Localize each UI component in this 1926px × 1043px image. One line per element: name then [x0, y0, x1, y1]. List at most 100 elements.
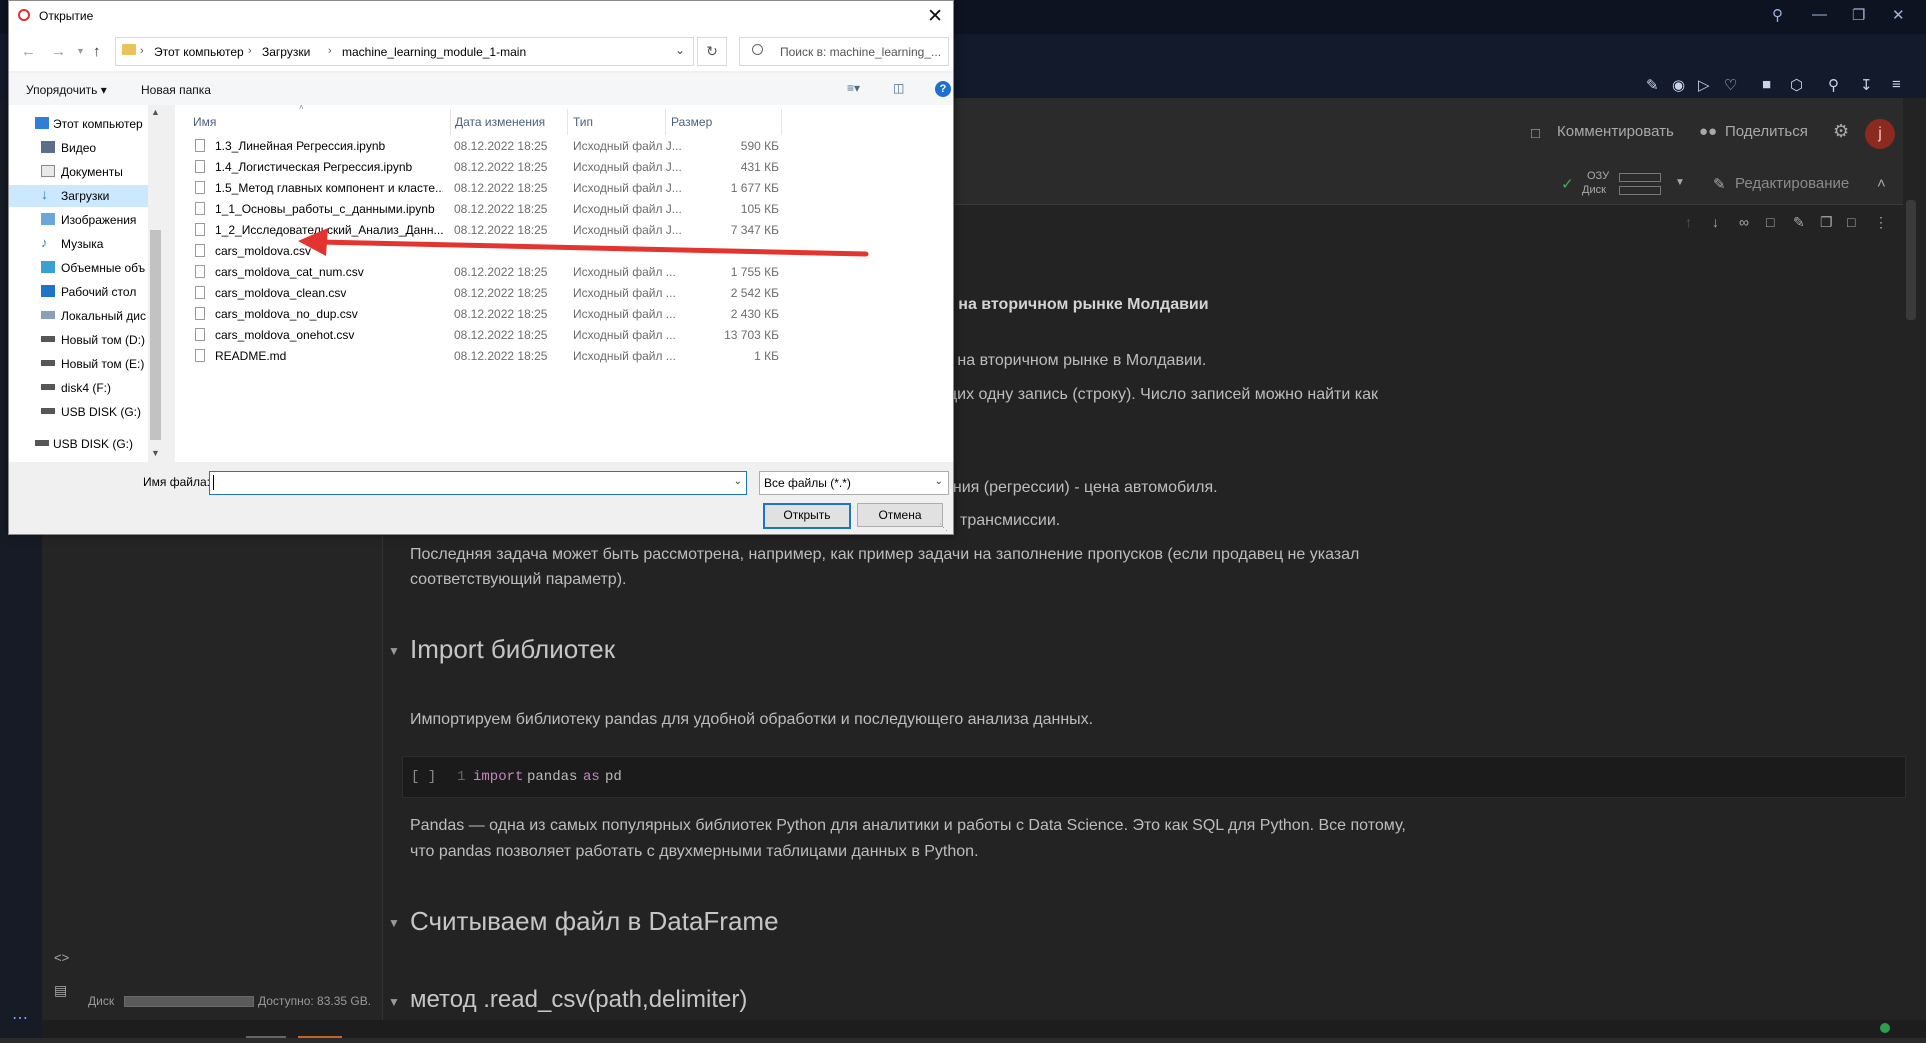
nav-item-drive-f[interactable]: disk4 (F:): [9, 377, 157, 399]
nav-item-video[interactable]: Видео: [9, 137, 157, 159]
section-collapse-icon[interactable]: ▼: [388, 916, 400, 930]
nav-item-documents[interactable]: Документы: [9, 161, 157, 183]
section-collapse-icon[interactable]: ▼: [388, 644, 400, 658]
preview-pane-icon[interactable]: ◫: [893, 81, 904, 95]
nav-item-3d-objects[interactable]: Объемные объ: [9, 257, 157, 279]
nav-item-local-disk[interactable]: Локальный дис: [9, 305, 157, 327]
terminal-icon[interactable]: ▤: [54, 982, 67, 999]
breadcrumb-separator-icon[interactable]: ›: [140, 45, 144, 57]
navigation-scrollbar[interactable]: ▲ ▼: [148, 105, 163, 462]
move-up-icon[interactable]: ↑: [1685, 214, 1692, 230]
more-icon[interactable]: ⋯: [12, 1008, 28, 1028]
nav-item-desktop[interactable]: Рабочий стол: [9, 281, 157, 303]
column-header-size[interactable]: Размер: [671, 115, 712, 129]
restore-icon[interactable]: ❐: [1852, 6, 1865, 24]
view-options-icon[interactable]: ≡▾: [847, 81, 860, 95]
address-bar[interactable]: › Этот компьютер › Загрузки › machine_le…: [115, 37, 694, 66]
code-cell[interactable]: [ ] 1 import pandas as pd: [402, 756, 1906, 798]
section-collapse-icon[interactable]: ▼: [388, 995, 400, 1009]
breadcrumb-this-pc[interactable]: Этот компьютер: [154, 45, 244, 59]
heart-icon[interactable]: ♡: [1724, 76, 1737, 94]
avatar[interactable]: j: [1865, 119, 1895, 149]
minimize-icon[interactable]: —: [1812, 6, 1827, 23]
column-header-name[interactable]: Имя: [193, 115, 216, 129]
nav-item-images[interactable]: Изображения: [9, 209, 157, 231]
file-row[interactable]: 1.4_Логистическая Регрессия.ipynb 08.12.2…: [191, 157, 961, 177]
download-icon[interactable]: ↧: [1860, 76, 1873, 94]
breadcrumb-downloads[interactable]: Загрузки: [262, 45, 310, 59]
organize-button[interactable]: Упорядочить ▾: [26, 83, 107, 97]
resources-dropdown-icon[interactable]: ▼: [1675, 177, 1685, 188]
scroll-up-icon[interactable]: ▲: [151, 107, 160, 117]
more-options-icon[interactable]: ⋮: [1874, 214, 1888, 231]
file-row[interactable]: cars_moldova_onehot.csv 08.12.2022 18:25 И…: [191, 325, 961, 345]
back-icon[interactable]: ←: [21, 43, 36, 60]
nav-item-downloads[interactable]: ↓ Загрузки: [9, 185, 157, 207]
delete-cell-icon[interactable]: □: [1847, 214, 1855, 230]
new-folder-button[interactable]: Новая папка: [141, 83, 211, 97]
file-row[interactable]: 1_1_Основы_работы_с_данными.ipynb 08.12.2…: [191, 199, 961, 219]
column-header-type[interactable]: Тип: [573, 115, 593, 129]
nav-item-this-pc[interactable]: Этот компьютер: [9, 113, 157, 135]
user-icon[interactable]: ⚲: [1828, 76, 1839, 94]
forward-icon[interactable]: →: [51, 43, 66, 60]
notebook-scrollbar[interactable]: [1906, 200, 1916, 320]
chevron-down-icon[interactable]: ⌄: [734, 476, 742, 487]
nav-item-drive-d[interactable]: Новый том (D:): [9, 329, 157, 351]
camera-icon[interactable]: ◉: [1672, 76, 1685, 94]
file-row[interactable]: cars_moldova_cat_num.csv 08.12.2022 18:25…: [191, 262, 961, 282]
breadcrumb-current-folder[interactable]: machine_learning_module_1-main: [342, 45, 526, 59]
refresh-button[interactable]: ↻: [697, 37, 727, 66]
file-row[interactable]: cars_moldova.csv: [191, 241, 961, 261]
mirror-cell-icon[interactable]: ❐: [1820, 214, 1833, 231]
settings-icon[interactable]: ⚙: [1833, 121, 1849, 142]
nav-item-music[interactable]: ♪ Музыка: [9, 233, 157, 255]
editing-mode-label[interactable]: Редактирование: [1735, 175, 1849, 192]
comment-button[interactable]: Комментировать: [1557, 123, 1674, 140]
file-row[interactable]: 1.5_Метод главных компонент и класте... 0…: [191, 178, 961, 198]
cube-icon[interactable]: ⬡: [1790, 76, 1803, 94]
link-icon[interactable]: ∞: [1739, 214, 1749, 230]
edit-icon[interactable]: ✎: [1646, 76, 1659, 94]
comment-cell-icon[interactable]: □: [1766, 214, 1774, 230]
file-row[interactable]: 1.3_Линейная Регрессия.ipynb 08.12.2022 1…: [191, 136, 961, 156]
breadcrumb-separator-icon[interactable]: ›: [328, 45, 332, 57]
share-button[interactable]: Поделиться: [1725, 123, 1808, 140]
move-down-icon[interactable]: ↓: [1712, 214, 1719, 230]
column-divider[interactable]: [781, 109, 782, 135]
nav-item-drive-e[interactable]: Новый том (E:): [9, 353, 157, 375]
column-divider[interactable]: [450, 109, 451, 135]
column-header-date[interactable]: Дата изменения: [455, 115, 545, 129]
scroll-down-icon[interactable]: ▼: [151, 448, 160, 458]
cart-icon[interactable]: ■: [1762, 76, 1771, 93]
file-row[interactable]: cars_moldova_clean.csv 08.12.2022 18:25 Ис…: [191, 283, 961, 303]
resize-grip-icon[interactable]: ⋱: [939, 522, 948, 533]
help-icon[interactable]: ?: [935, 81, 951, 97]
search-icon[interactable]: ⚲: [1772, 6, 1783, 24]
code-snippets-icon[interactable]: <>: [54, 950, 69, 965]
edit-cell-icon[interactable]: ✎: [1793, 214, 1805, 231]
nav-item-usb-g[interactable]: USB DISK (G:): [9, 401, 157, 423]
filetype-select[interactable]: Все файлы (*.*) ⌄: [759, 471, 949, 495]
menu-icon[interactable]: ≡: [1892, 76, 1901, 93]
breadcrumb-separator-icon[interactable]: ›: [248, 45, 252, 57]
nav-item-usb-g-root[interactable]: USB DISK (G:): [9, 433, 157, 455]
chevron-down-icon[interactable]: ⌄: [675, 43, 685, 57]
run-cell-button[interactable]: [ ]: [411, 769, 436, 785]
column-divider[interactable]: [567, 109, 568, 135]
file-row[interactable]: 1_2_Исследовательский_Анализ_Данн... 08.1…: [191, 220, 961, 240]
cancel-button[interactable]: Отмена: [857, 503, 943, 527]
recent-dropdown-icon[interactable]: ▼: [76, 46, 85, 56]
file-row[interactable]: README.md 08.12.2022 18:25 Исходный файл .…: [191, 346, 961, 366]
column-divider[interactable]: [665, 109, 666, 135]
collapse-icon[interactable]: ˄: [1877, 175, 1886, 192]
up-icon[interactable]: ↑: [93, 43, 101, 60]
comment-icon[interactable]: □: [1531, 125, 1540, 142]
scrollbar-thumb[interactable]: [150, 230, 161, 440]
share-icon[interactable]: ●●: [1699, 123, 1717, 140]
open-button[interactable]: Открыть: [763, 503, 851, 529]
send-icon[interactable]: ▷: [1698, 76, 1710, 94]
filename-input[interactable]: ⌄: [209, 471, 747, 495]
file-row[interactable]: cars_moldova_no_dup.csv 08.12.2022 18:25 И…: [191, 304, 961, 324]
close-icon[interactable]: ✕: [927, 5, 943, 28]
